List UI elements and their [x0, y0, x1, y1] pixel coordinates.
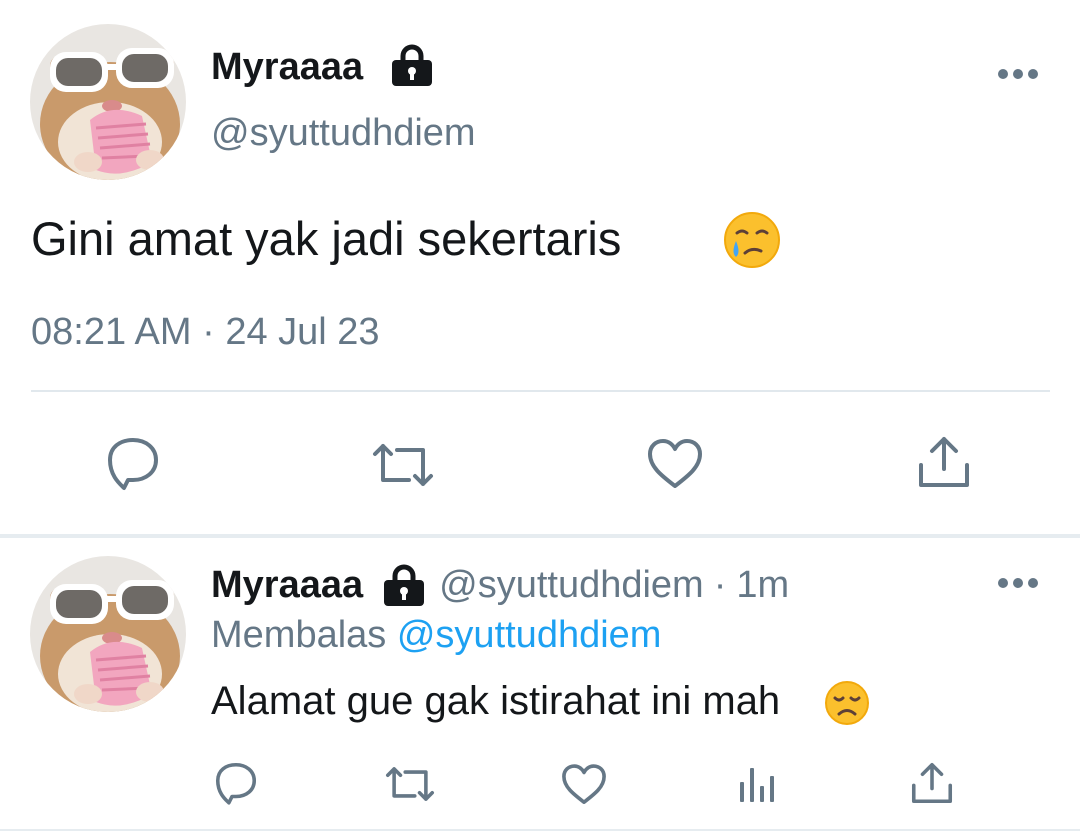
retweet-icon[interactable]: [383, 764, 437, 804]
bottom-divider: [0, 829, 1080, 831]
share-icon[interactable]: [908, 760, 956, 806]
share-icon[interactable]: [914, 433, 974, 491]
more-options-icon[interactable]: [997, 67, 1039, 81]
tweet-timestamp[interactable]: 08:21 AM · 24 Jul 23: [31, 309, 380, 355]
user-handle[interactable]: @syuttudhdiem: [211, 110, 476, 156]
section-divider: [0, 534, 1080, 538]
replying-to-mention-link[interactable]: @syuttudhdiem: [397, 614, 662, 656]
avatar[interactable]: [30, 24, 186, 180]
reply-user-handle[interactable]: @syuttudhdiem: [439, 562, 704, 608]
reply-display-name[interactable]: Myraaaa: [211, 562, 363, 608]
face-holding-back-tears-emoji-icon: [723, 211, 781, 269]
divider: [31, 390, 1050, 392]
reply-header: Myraaaa @syuttudhdiem · 1m: [211, 562, 789, 608]
reply-icon[interactable]: [102, 434, 164, 492]
analytics-icon[interactable]: [737, 764, 777, 804]
tweet-thread-page: Myraaaa @syuttudhdiem Gini amat yak jadi…: [0, 0, 1080, 834]
lock-icon: [389, 44, 435, 86]
tweet-text: Gini amat yak jadi sekertaris: [31, 212, 622, 265]
replying-to-line: Membalas @syuttudhdiem: [211, 612, 661, 658]
reply-time[interactable]: 1m: [736, 562, 789, 608]
separator-dot: ·: [713, 564, 727, 606]
like-icon[interactable]: [644, 436, 706, 492]
retweet-icon[interactable]: [369, 440, 437, 490]
like-icon[interactable]: [559, 762, 609, 807]
more-options-icon[interactable]: [997, 576, 1039, 590]
hamster-avatar-image: [30, 24, 186, 180]
display-name[interactable]: Myraaaa: [211, 44, 363, 90]
reply-icon[interactable]: [211, 760, 261, 806]
replying-label: Membalas: [211, 614, 387, 656]
disappointed-face-emoji-icon: [824, 680, 870, 726]
hamster-avatar-image: [30, 556, 186, 712]
reply-text: Alamat gue gak istirahat ini mah: [211, 679, 781, 723]
lock-icon: [381, 564, 427, 606]
reply-avatar[interactable]: [30, 556, 186, 712]
